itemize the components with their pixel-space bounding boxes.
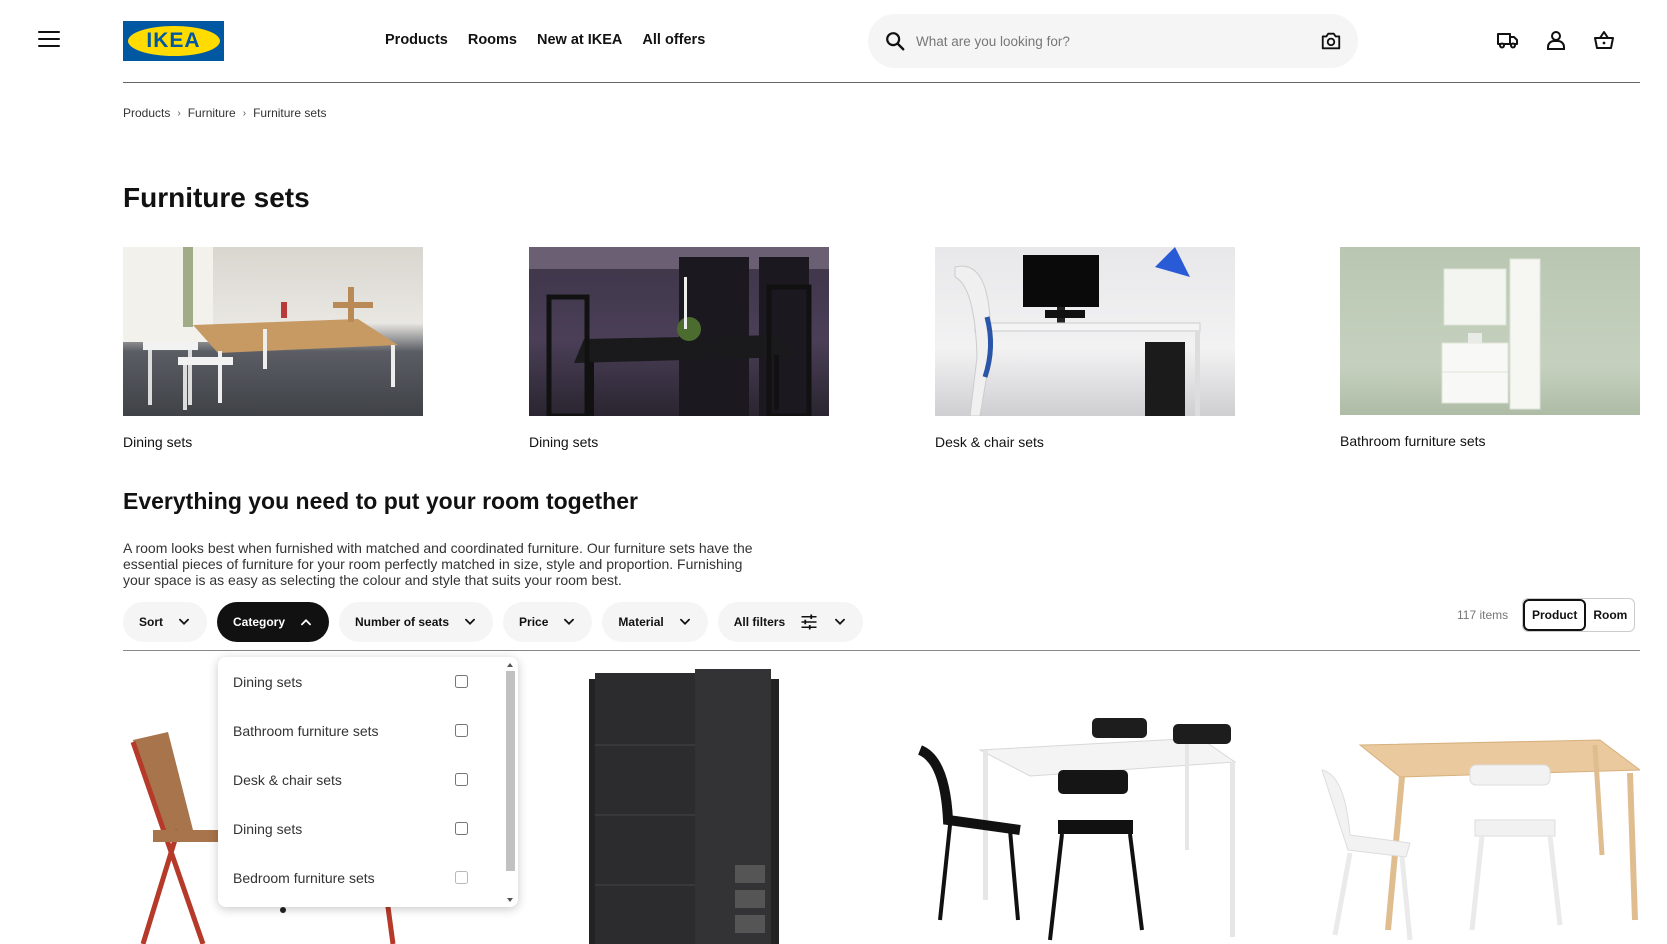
ikea-logo[interactable]: IKEA [123,21,224,61]
tile-bathroom-furniture-sets[interactable]: Bathroom furniture sets [1340,247,1640,449]
category-option-bedroom-furniture-sets[interactable]: Bedroom furniture sets [233,853,468,902]
page-title: Furniture sets [123,182,310,213]
dropdown-scroll-thumb[interactable] [506,671,515,871]
tile-dining-sets-outdoor[interactable]: Dining sets [123,247,423,450]
menu-icon[interactable] [38,31,60,49]
breadcrumb-products[interactable]: Products [123,106,170,120]
product-card-wooden-table-white-chairs[interactable] [1310,725,1642,944]
breadcrumb-furniture-sets[interactable]: Furniture sets [253,106,326,120]
category-option-dining-sets-2[interactable]: Dining sets [233,804,468,853]
wardrobe-image [589,669,779,944]
category-tiles: Dining sets Dining sets Desk & chair set… [123,247,1640,457]
scroll-up-arrow-icon [507,663,513,667]
nav-new-at-ikea[interactable]: New at IKEA [537,32,622,48]
section-description: A room looks best when furnished with ma… [123,540,753,588]
chevron-down-icon [564,618,575,625]
tile-label: Desk & chair sets [935,434,1044,450]
chevron-down-icon [679,618,690,625]
tile-label: Bathroom furniture sets [1340,433,1486,449]
sliders-icon [801,614,817,630]
item-count: 117 items [1457,608,1509,622]
category-dropdown: Dining sets Bathroom furniture sets Desk… [218,657,518,907]
account-icon[interactable] [1544,28,1568,52]
section-title: Everything you need to put your room tog… [123,488,638,514]
category-option-bathroom-furniture-sets[interactable]: Bathroom furniture sets [233,706,468,755]
delivery-truck-icon[interactable] [1496,28,1520,52]
desk-chair-image [935,247,1235,416]
tile-label: Dining sets [123,434,193,450]
logo-text: IKEA [146,29,201,52]
nav-all-offers[interactable]: All offers [642,32,705,48]
header-divider [123,82,1640,83]
category-checkbox[interactable] [455,675,468,688]
chevron-right-icon: › [177,107,181,119]
category-filter-button[interactable]: Category [217,602,330,642]
chevron-up-icon [301,619,311,626]
filter-divider [123,650,1640,651]
search-input[interactable] [916,26,1306,56]
category-option-dining-sets[interactable]: Dining sets [233,657,468,706]
camera-icon[interactable] [1320,30,1342,52]
outdoor-dining-image [123,247,423,416]
site-header: IKEA Products Rooms New at IKEA All offe… [0,0,1667,84]
category-checkbox[interactable] [455,822,468,835]
chevron-down-icon [465,618,476,625]
material-filter-button[interactable]: Material [602,602,708,642]
room-view-button[interactable]: Room [1586,599,1634,631]
product-view-button[interactable]: Product [1523,599,1587,631]
product-card-wardrobe[interactable] [585,665,785,944]
indoor-dining-image [529,247,829,416]
category-checkbox[interactable] [455,871,468,884]
chevron-down-icon [835,618,846,625]
bathroom-furniture-image [1340,247,1640,415]
all-filters-button[interactable]: All filters [717,602,864,642]
search-icon[interactable] [884,30,906,52]
chevron-down-icon [179,618,189,625]
price-filter-button[interactable]: Price [503,602,593,642]
search-bar [868,14,1358,68]
tile-label: Dining sets [529,434,599,450]
category-checkbox[interactable] [455,724,468,737]
table-chairs-image [917,718,1237,941]
nav-products[interactable]: Products [385,32,448,48]
tile-desk-chair-sets[interactable]: Desk & chair sets [935,247,1235,450]
category-option-desk-chair-sets[interactable]: Desk & chair sets [233,755,468,804]
scroll-down-arrow-icon [507,898,513,902]
nav-rooms[interactable]: Rooms [468,32,517,48]
shopping-basket-icon[interactable] [1592,28,1616,52]
chevron-right-icon: › [242,107,247,119]
sort-filter-button[interactable]: Sort [123,602,207,642]
number-of-seats-filter-button[interactable]: Number of seats [339,602,494,642]
tile-dining-sets-indoor[interactable]: Dining sets [529,247,829,450]
breadcrumb-furniture[interactable]: Furniture [188,106,236,120]
top-nav: Products Rooms New at IKEA All offers [385,32,705,48]
wood-table-chairs-image [1321,739,1642,941]
filter-bar: Sort Category Number of seats Price Mate… [123,602,864,642]
breadcrumb: Products › Furniture › Furniture sets [123,106,326,120]
category-checkbox[interactable] [455,773,468,786]
view-toggle: Product Room [1522,598,1636,632]
product-card-white-table-black-chairs[interactable] [910,710,1250,944]
